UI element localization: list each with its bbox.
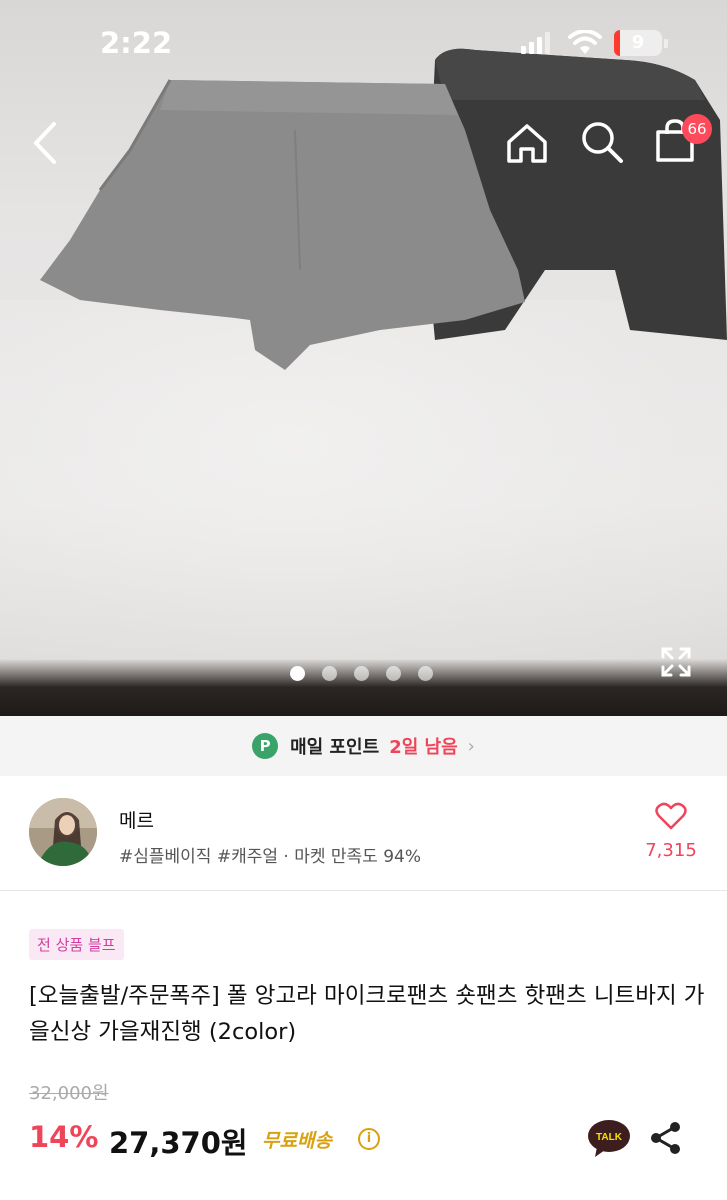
battery-level: 9 (631, 32, 645, 53)
fullscreen-expand-icon[interactable] (660, 646, 692, 678)
shop-info: 메르 #심플베이직 #캐주얼 · 마켓 만족도 94% 7,315 (0, 776, 727, 891)
heart-icon[interactable] (655, 802, 687, 830)
cart-count-badge: 66 (682, 114, 712, 144)
points-icon: P (252, 733, 279, 759)
pagination-dot[interactable] (322, 666, 337, 681)
battery-icon: 9 (614, 30, 662, 56)
status-time: 2:22 (100, 26, 173, 60)
points-label: 매일 포인트 (290, 737, 380, 758)
points-remaining: 2일 남음 (389, 737, 458, 758)
like-count: 7,315 (645, 840, 697, 861)
original-price: 32,000원 (29, 1083, 109, 1104)
sale-badge: 전 상품 블프 (29, 929, 124, 960)
share-icon[interactable] (649, 1120, 683, 1156)
kakao-talk-icon[interactable]: TALK (587, 1119, 631, 1159)
pagination-dot[interactable] (290, 666, 305, 681)
free-shipping-label: 무료배송 (262, 1130, 332, 1152)
search-icon[interactable] (580, 120, 624, 164)
wifi-icon (568, 30, 602, 54)
product-image[interactable]: 2:22 9 66 (0, 0, 727, 716)
chevron-right-icon: › (467, 735, 475, 757)
talk-label: TALK (596, 1132, 623, 1143)
shop-avatar[interactable] (29, 798, 97, 866)
pagination-dot[interactable] (354, 666, 369, 681)
daily-points-banner[interactable]: P 매일 포인트 2일 남음 › (0, 716, 727, 776)
back-button[interactable] (28, 120, 64, 166)
shop-name[interactable]: 메르 (119, 806, 154, 833)
shop-tags-satisfaction: #심플베이직 #캐주얼 · 마켓 만족도 94% (119, 847, 422, 867)
pagination-dot[interactable] (386, 666, 401, 681)
sale-price: 27,370원 (109, 1126, 248, 1160)
home-icon[interactable] (505, 122, 549, 164)
pagination-dot[interactable] (418, 666, 433, 681)
status-bar: 2:22 9 (0, 0, 727, 86)
info-icon[interactable]: i (358, 1128, 380, 1150)
battery-cap (664, 39, 668, 48)
grey-shorts-image (40, 79, 525, 370)
cellular-signal-icon (521, 32, 550, 54)
product-title: [오늘출발/주문폭주] 폴 앙고라 마이크로팬츠 숏팬츠 핫팬츠 니트바지 가을… (29, 983, 705, 1045)
gallery-pagination (290, 666, 433, 681)
discount-rate: 14% (29, 1120, 99, 1154)
